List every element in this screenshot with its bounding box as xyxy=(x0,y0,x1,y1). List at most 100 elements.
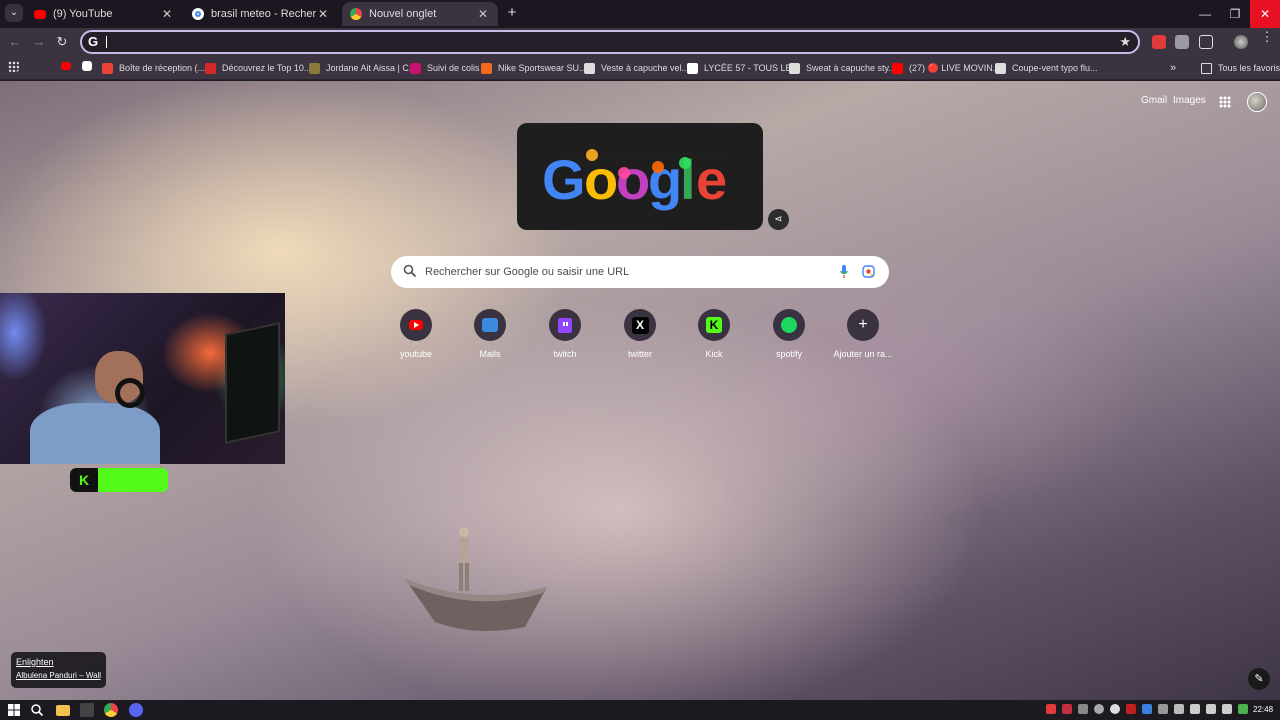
shortcut-twitter[interactable]: X twitter xyxy=(602,309,678,359)
bookmark-label: Suivi de colis xyxy=(427,63,480,73)
bluetooth-icon[interactable] xyxy=(1142,704,1152,714)
bookmark-label: LYCÉE 57 - TOUS LE... xyxy=(704,63,800,73)
add-shortcut-button[interactable]: + Ajouter un ra... xyxy=(825,309,901,359)
terminal-icon[interactable] xyxy=(80,703,94,717)
restore-button[interactable]: ❐ xyxy=(1218,0,1252,28)
more-bookmarks-chevron-icon[interactable]: » xyxy=(1170,60,1176,76)
apps-grid-icon[interactable] xyxy=(8,61,19,72)
bookmark-label: Découvrez le Top 10... xyxy=(222,63,312,73)
display-icon[interactable] xyxy=(1174,704,1184,714)
extension-gray-icon[interactable] xyxy=(1175,35,1189,49)
bookmark-item[interactable]: Suivi de colis xyxy=(410,60,480,76)
close-tab-icon[interactable]: ✕ xyxy=(160,7,174,21)
shortcut-label: spotify xyxy=(775,349,802,359)
extensions-puzzle-icon[interactable] xyxy=(1199,35,1213,49)
track-artist[interactable]: Albulena Panduri – Wallpaper xyxy=(16,671,101,680)
mail-icon xyxy=(482,318,498,332)
windows-start-icon[interactable] xyxy=(7,703,21,717)
profile-avatar-icon[interactable] xyxy=(1234,35,1248,49)
network-icon[interactable] xyxy=(1190,704,1200,714)
chrome-icon xyxy=(350,8,362,20)
webcam-overlay xyxy=(0,293,285,464)
minimize-button[interactable]: — xyxy=(1188,0,1222,28)
shortcut-label: twitch xyxy=(553,349,577,359)
bookmark-item[interactable]: Jordane Ait Aissa | C... xyxy=(309,60,416,76)
youtube-icon xyxy=(409,320,423,330)
google-lens-icon[interactable] xyxy=(862,265,875,278)
tab-search-button[interactable]: ⌄ xyxy=(5,4,23,22)
close-window-button[interactable]: ✕ xyxy=(1250,0,1280,28)
shortcut-twitch[interactable]: twitch xyxy=(527,309,603,359)
google-apps-icon[interactable] xyxy=(1219,96,1231,108)
tray-app-icon[interactable] xyxy=(1078,704,1088,714)
bookmark-site-icon xyxy=(789,62,800,74)
close-tab-icon[interactable]: ✕ xyxy=(476,7,490,21)
bookmark-item[interactable]: Découvrez le Top 10... xyxy=(205,60,311,76)
bookmark-item[interactable]: Sweat à capuche sty... xyxy=(789,60,896,76)
bookmark-item[interactable]: Boîte de réception (... xyxy=(102,60,205,76)
search-icon[interactable] xyxy=(30,703,44,717)
webcam-person-body xyxy=(30,403,160,464)
tab-new-tab[interactable]: Nouvel onglet ✕ xyxy=(342,2,498,26)
back-button[interactable]: ← xyxy=(6,33,24,51)
bookmark-item[interactable]: Veste à capuche vel... xyxy=(584,60,689,76)
bookmark-item[interactable]: (27) 🔴 LIVE MOVIN... xyxy=(892,60,1000,76)
reload-button[interactable]: ↻ xyxy=(53,33,71,51)
tab-strip: ⌄ (9) YouTube ✕ brasil meteo - Recherche… xyxy=(0,0,1280,28)
tray-app-icon[interactable] xyxy=(1158,704,1168,714)
shortcut-kick[interactable]: K Kick xyxy=(676,309,752,359)
microphone-icon[interactable] xyxy=(839,264,849,280)
bookmark-site-icon xyxy=(481,62,492,74)
nvidia-icon[interactable] xyxy=(1238,704,1248,714)
google-doodle[interactable]: G o o g l e xyxy=(517,123,763,230)
tray-app-icon[interactable] xyxy=(1062,704,1072,714)
shortcut-label: twitter xyxy=(627,349,652,359)
new-tab-button[interactable]: + xyxy=(505,5,519,20)
search-box[interactable] xyxy=(391,256,889,288)
tray-app-icon[interactable] xyxy=(1222,704,1232,714)
forward-button[interactable]: → xyxy=(30,33,48,51)
images-link[interactable]: Images xyxy=(1173,95,1206,106)
gmail-link[interactable]: Gmail xyxy=(1141,95,1167,106)
shortcut-youtube[interactable]: youtube xyxy=(378,309,454,359)
tray-app-icon[interactable] xyxy=(1110,704,1120,714)
tray-app-icon[interactable] xyxy=(1126,704,1136,714)
bookmark-label: Jordane Ait Aissa | C... xyxy=(326,63,417,73)
bookmark-item[interactable]: Nike Sportswear SU... xyxy=(481,60,587,76)
address-bar[interactable]: G ★ xyxy=(80,30,1140,54)
bookmark-item[interactable]: Coupe-vent typo flu... xyxy=(995,60,1098,76)
share-doodle-button[interactable]: ⋖ xyxy=(768,209,789,230)
gmail-icon xyxy=(102,62,113,74)
file-explorer-icon[interactable] xyxy=(56,705,70,716)
bookmark-star-icon[interactable]: ★ xyxy=(1119,34,1131,50)
close-tab-icon[interactable]: ✕ xyxy=(316,7,330,21)
bookmark-site-icon xyxy=(995,62,1006,74)
browser-toolbar: ← → ↻ G ★ ⋮ xyxy=(0,28,1280,56)
extension-red-icon[interactable] xyxy=(1152,35,1166,49)
search-input[interactable] xyxy=(425,262,805,282)
doodle-letter: G xyxy=(542,148,586,211)
volume-icon[interactable] xyxy=(1206,704,1216,714)
twitch-icon xyxy=(558,317,572,333)
now-playing-widget[interactable]: Enlighten Albulena Panduri – Wallpaper xyxy=(11,652,106,688)
mic-tray-icon[interactable] xyxy=(1046,704,1056,714)
webcam-monitor xyxy=(225,322,280,444)
tab-google-search[interactable]: brasil meteo - Recherche Google ✕ xyxy=(184,2,338,26)
customize-pencil-icon[interactable]: ✎ xyxy=(1248,668,1270,690)
all-favorites-folder[interactable]: Tous les favoris xyxy=(1201,60,1280,76)
bookmark-doc-icon[interactable] xyxy=(82,61,92,71)
account-avatar[interactable] xyxy=(1247,92,1267,112)
tray-app-icon[interactable] xyxy=(1094,704,1104,714)
track-title[interactable]: Enlighten xyxy=(16,657,101,667)
bookmark-item[interactable]: LYCÉE 57 - TOUS LE... xyxy=(687,60,799,76)
shortcut-mails[interactable]: Mails xyxy=(452,309,528,359)
shortcut-spotify[interactable]: spotify xyxy=(751,309,827,359)
taskbar-clock[interactable]: 22:48 xyxy=(1253,705,1273,714)
bookmark-site-icon xyxy=(687,62,698,74)
menu-kebab-icon[interactable]: ⋮ xyxy=(1258,28,1276,46)
youtube-icon[interactable] xyxy=(61,62,71,70)
chrome-icon[interactable] xyxy=(104,703,118,717)
google-doodle-logo: G o o g l e xyxy=(542,148,731,211)
discord-icon[interactable] xyxy=(129,703,143,717)
tab-youtube[interactable]: (9) YouTube ✕ xyxy=(26,2,182,26)
